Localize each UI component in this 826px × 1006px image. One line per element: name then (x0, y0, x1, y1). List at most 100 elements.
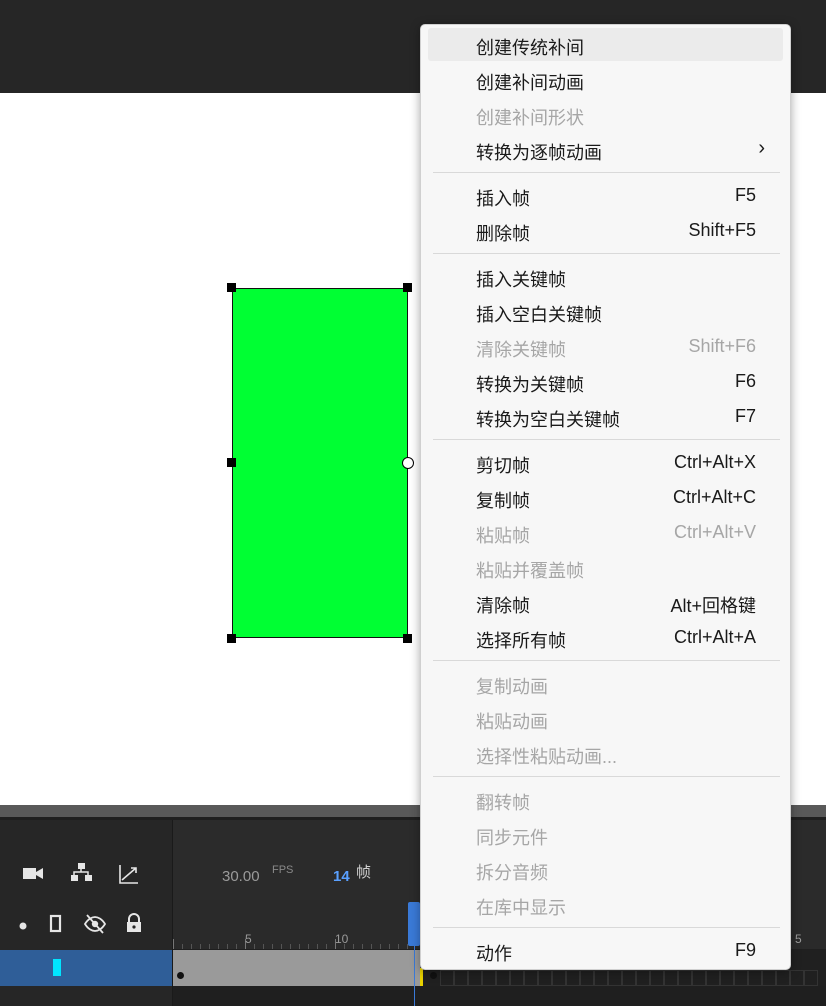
menu-item-clear-keyframe[interactable]: 清除关键帧 Shift+F6 (428, 330, 783, 363)
frame-cell[interactable] (790, 970, 804, 986)
frame-cell[interactable] (594, 970, 608, 986)
frame-cell[interactable] (566, 970, 580, 986)
frame-cell[interactable] (622, 970, 636, 986)
frame-cell[interactable] (804, 970, 818, 986)
menu-item-show-in-library[interactable]: 在库中显示 (428, 888, 783, 921)
graph-icon[interactable] (118, 863, 140, 891)
shortcut-label: Ctrl+Alt+C (672, 487, 756, 507)
menu-separator (433, 927, 780, 928)
frame-cell[interactable] (776, 970, 790, 986)
frame-cell[interactable] (482, 970, 496, 986)
frame-cell[interactable] (440, 970, 454, 986)
transform-handle-middle-left[interactable] (227, 458, 236, 467)
frame-cell[interactable] (650, 970, 664, 986)
fps-value[interactable]: 30.00 (222, 868, 260, 885)
keyframe-dot-start[interactable] (177, 972, 184, 979)
frame-cell[interactable] (734, 970, 748, 986)
menu-item-insert-frame[interactable]: 插入帧 F5 (428, 179, 783, 212)
frame-cell[interactable] (510, 970, 524, 986)
menu-item-paste-frames[interactable]: 粘贴帧 Ctrl+Alt+V (428, 516, 783, 549)
chevron-right-icon: › (758, 137, 765, 159)
menu-item-paste-motion-special[interactable]: 选择性粘贴动画... (428, 737, 783, 770)
menu-item-convert-to-blank-keyframe[interactable]: 转换为空白关键帧 F7 (428, 400, 783, 433)
hierarchy-icon[interactable] (70, 862, 94, 890)
frame-cell[interactable] (720, 970, 734, 986)
lock-icon[interactable] (125, 912, 143, 940)
transform-handle-bottom-left[interactable] (227, 634, 236, 643)
transform-handle-bottom-right[interactable] (403, 634, 412, 643)
transform-handle-top-right[interactable] (403, 283, 412, 292)
selected-rectangle-shape[interactable] (232, 288, 408, 638)
menu-item-create-motion-tween[interactable]: 创建补间动画 (428, 63, 783, 96)
menu-separator (433, 253, 780, 254)
menu-separator (433, 660, 780, 661)
menu-item-paste-and-overwrite-frames[interactable]: 粘贴并覆盖帧 (428, 551, 783, 584)
shortcut-label: F5 (734, 185, 756, 205)
menu-item-actions[interactable]: 动作 F9 (428, 934, 783, 967)
frame-cell[interactable] (748, 970, 762, 986)
shortcut-label: Ctrl+Alt+V (673, 522, 756, 542)
menu-item-insert-blank-keyframe[interactable]: 插入空白关键帧 (428, 295, 783, 328)
ruler-label-right: 5 (795, 932, 802, 946)
fps-unit: FPS (272, 864, 294, 876)
shortcut-label: Ctrl+Alt+A (673, 627, 756, 647)
shortcut-label: F7 (734, 406, 756, 426)
hide-icon[interactable] (83, 913, 107, 941)
shortcut-label: Alt+回格键 (670, 596, 756, 616)
menu-item-sync-symbols[interactable]: 同步元件 (428, 818, 783, 851)
shortcut-label: F6 (734, 371, 756, 391)
menu-item-create-classic-tween[interactable]: 创建传统补间 (428, 28, 783, 61)
layer-row-selected[interactable] (0, 950, 172, 986)
shortcut-label: F9 (734, 940, 756, 960)
layer-color-chip[interactable] (53, 959, 61, 976)
menu-separator (433, 439, 780, 440)
shortcut-label: Shift+F5 (688, 220, 756, 240)
menu-item-select-all-frames[interactable]: 选择所有帧 Ctrl+Alt+A (428, 621, 783, 654)
frame-cell[interactable] (664, 970, 678, 986)
menu-item-copy-frames[interactable]: 复制帧 Ctrl+Alt+C (428, 481, 783, 514)
frame-cell[interactable] (636, 970, 650, 986)
frame-cell[interactable] (496, 970, 510, 986)
frame-cell[interactable] (608, 970, 622, 986)
transform-center-point[interactable] (402, 457, 414, 469)
frame-cell[interactable] (762, 970, 776, 986)
frame-span[interactable] (173, 950, 420, 986)
menu-item-convert-to-keyframe[interactable]: 转换为关键帧 F6 (428, 365, 783, 398)
menu-item-cut-frames[interactable]: 剪切帧 Ctrl+Alt+X (428, 446, 783, 479)
dot-icon[interactable] (18, 915, 28, 937)
frame-cell[interactable] (524, 970, 538, 986)
menu-item-insert-keyframe[interactable]: 插入关键帧 (428, 260, 783, 293)
ruler-label-5: 5 (245, 932, 252, 946)
current-frame-marker (420, 968, 423, 986)
playhead-line[interactable] (414, 946, 415, 1006)
menu-item-copy-motion[interactable]: 复制动画 (428, 667, 783, 700)
shortcut-label: Shift+F6 (688, 336, 756, 356)
current-frame-number[interactable]: 14 (333, 868, 350, 885)
menu-separator (433, 776, 780, 777)
shortcut-label: Ctrl+Alt+X (673, 452, 756, 472)
frame-cell[interactable] (580, 970, 594, 986)
camera-icon[interactable] (22, 864, 44, 888)
menu-separator (433, 172, 780, 173)
frame-cell[interactable] (468, 970, 482, 986)
frame-cell[interactable] (706, 970, 720, 986)
frame-cell[interactable] (552, 970, 566, 986)
transform-handle-top-left[interactable] (227, 283, 236, 292)
menu-item-clear-frames[interactable]: 清除帧 Alt+回格键 (428, 586, 783, 619)
ruler-label-10: 10 (335, 932, 349, 946)
menu-item-paste-motion[interactable]: 粘贴动画 (428, 702, 783, 735)
frame-cell[interactable] (454, 970, 468, 986)
context-menu: 创建传统补间 创建补间动画 创建补间形状 转换为逐帧动画 › 插入帧 F5 删除… (420, 24, 791, 970)
frame-cell[interactable] (538, 970, 552, 986)
playhead-handle[interactable] (408, 902, 420, 946)
frame-unit: 帧 (356, 864, 372, 881)
frame-cell[interactable] (692, 970, 706, 986)
menu-item-split-audio[interactable]: 拆分音频 (428, 853, 783, 886)
keyframe-dot-current[interactable] (430, 972, 437, 979)
outline-icon[interactable] (49, 914, 63, 940)
menu-item-create-shape-tween[interactable]: 创建补间形状 (428, 98, 783, 131)
menu-item-reverse-frames[interactable]: 翻转帧 (428, 783, 783, 816)
menu-item-delete-frame[interactable]: 删除帧 Shift+F5 (428, 214, 783, 247)
menu-item-convert-to-frame-by-frame[interactable]: 转换为逐帧动画 › (428, 133, 783, 166)
frame-cell[interactable] (678, 970, 692, 986)
